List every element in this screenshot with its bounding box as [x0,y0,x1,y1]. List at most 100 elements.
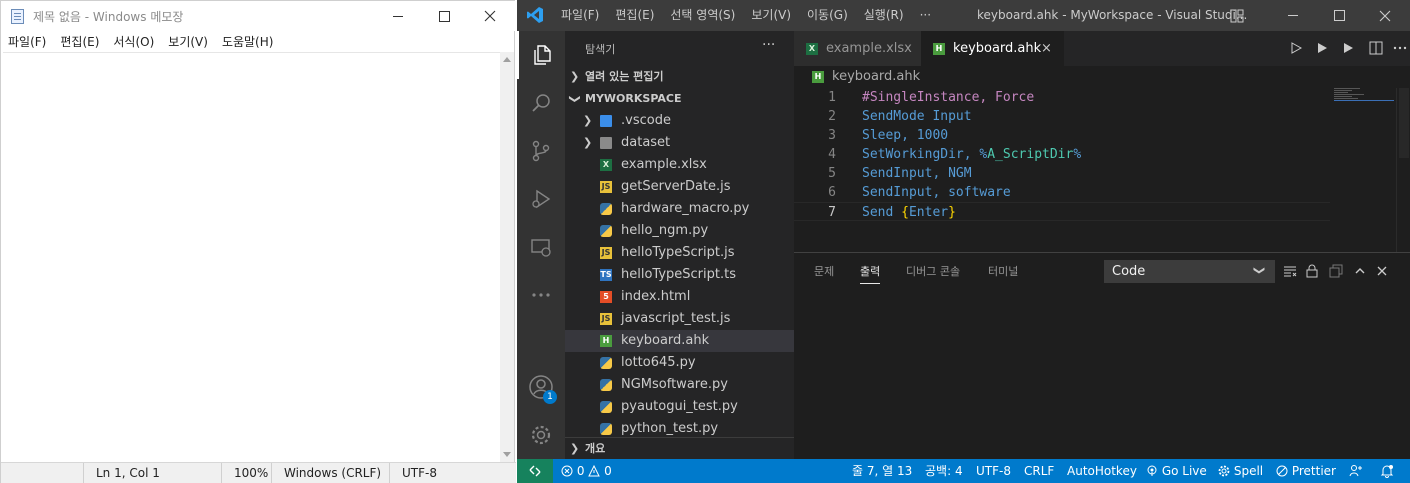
vs-menu-view[interactable]: 보기(V) [743,0,799,31]
tab-example-xlsx[interactable]: X example.xlsx [794,31,921,66]
menu-view[interactable]: 보기(V) [161,32,215,52]
tree-folder[interactable]: ❯ .vscode [565,110,794,132]
menu-edit[interactable]: 편집(E) [53,32,106,52]
vs-menu-run[interactable]: 실행(R) [856,0,912,31]
scroll-up-arrow-icon[interactable] [503,57,511,62]
explorer-more-actions[interactable]: ··· [762,37,775,53]
menu-format[interactable]: 서식(O) [106,32,161,52]
editor-more-actions[interactable] [1392,40,1408,56]
status-notifications[interactable] [1380,459,1394,483]
tree-file[interactable]: JS javascript_test.js [565,308,794,330]
activity-run-debug[interactable] [517,175,565,223]
code-line[interactable]: 6 SendInput, software [794,183,1330,202]
code-line[interactable]: 7 Send {Enter} [794,202,1330,221]
status-eol[interactable]: CRLF [1024,459,1054,483]
maximize-button[interactable] [421,1,467,31]
tree-file[interactable]: JS helloTypeScript.js [565,242,794,264]
vs-maximize-button[interactable] [1316,0,1362,31]
tree-file[interactable]: JS getServerDate.js [565,176,794,198]
status-language-mode[interactable]: AutoHotkey [1067,459,1137,483]
panel-tab-output[interactable]: 출력 [860,263,881,284]
minimize-button[interactable] [375,1,421,31]
activity-accounts[interactable]: 1 [517,363,565,411]
status-problems[interactable]: 0 0 [561,459,612,483]
lock-scroll-button[interactable] [1304,263,1320,279]
activity-more[interactable] [517,271,565,319]
run-code-button[interactable] [1288,40,1304,56]
tree-file[interactable]: 5 index.html [565,286,794,308]
panel-tab-terminal[interactable]: 터미널 [988,263,1018,283]
vscode-title-bar[interactable]: 파일(F) 편집(E) 선택 영역(S) 보기(V) 이동(G) 실행(R) ·… [517,0,1410,31]
activity-search[interactable] [517,79,565,127]
open-editors-section[interactable]: ❯ 열려 있는 편집기 [565,66,794,88]
tree-file[interactable]: TS helloTypeScript.ts [565,264,794,286]
vs-menu-more[interactable]: ··· [912,0,939,31]
code-line[interactable]: 4 SetWorkingDir, %A_ScriptDir% [794,145,1330,164]
status-cursor-position[interactable]: 줄 7, 열 13 [852,459,912,483]
breadcrumb-file[interactable]: keyboard.ahk [832,69,920,84]
vs-menu-selection[interactable]: 선택 영역(S) [662,0,743,31]
tree-file[interactable]: Xexample.xlsx [565,154,794,176]
code-text: #SingleInstance, Force [862,88,1034,107]
panel-tab-problems[interactable]: 문제 [814,263,834,283]
workspace-section[interactable]: ❯ MYWORKSPACE [565,88,794,110]
tree-file[interactable]: NGMsoftware.py [565,374,794,396]
clear-output-button[interactable] [1282,263,1298,279]
tab-keyboard-ahk[interactable]: H keyboard.ahk × [921,31,1064,66]
code-line[interactable]: 1 #SingleInstance, Force [794,88,1330,107]
code-line[interactable]: 5 SendInput, NGM [794,164,1330,183]
activity-source-control[interactable] [517,127,565,175]
run-file-button[interactable] [1340,40,1356,56]
close-panel-button[interactable] [1374,263,1390,279]
activity-remote-explorer[interactable] [517,223,565,271]
maximize-panel-button[interactable] [1352,263,1368,279]
tab-close-button[interactable]: × [1041,31,1052,66]
warning-count: 0 [604,464,612,478]
menu-help[interactable]: 도움말(H) [215,32,281,52]
file-name: getServerDate.js [621,179,731,194]
js-file-icon: JS [600,247,612,259]
status-feedback[interactable] [1349,459,1363,483]
status-go-live[interactable]: Go Live [1146,459,1207,483]
menu-file[interactable]: 파일(F) [1,32,53,52]
run-script-button[interactable] [1314,40,1330,56]
code-token: { [901,205,909,220]
status-spell[interactable]: Spell [1218,459,1263,483]
error-count: 0 [576,464,585,478]
vs-menu-go[interactable]: 이동(G) [799,0,856,31]
split-editor-button[interactable] [1368,40,1384,56]
notepad-vertical-scrollbar[interactable] [500,52,514,462]
close-button[interactable] [467,1,513,31]
code-editor[interactable]: 1 #SingleInstance, Force 2 SendMode Input 3 S… [794,88,1410,252]
status-prettier[interactable]: Prettier [1276,459,1336,483]
notepad-title-bar[interactable]: 제목 없음 - Windows 메모장 [1,1,516,31]
activity-explorer[interactable] [517,31,565,79]
status-indentation[interactable]: 공백: 4 [925,459,963,483]
bottom-panel: 문제 출력 디버그 콘솔 터미널 Code ❯ [794,252,1410,459]
file-name: lotto645.py [621,355,696,370]
status-encoding[interactable]: UTF-8 [976,459,1011,483]
open-output-editor-button[interactable] [1328,263,1344,279]
tree-file[interactable]: hardware_macro.py [565,198,794,220]
output-channel-select[interactable]: Code ❯ [1104,260,1275,283]
editor-vertical-scrollbar[interactable] [1396,88,1410,252]
tree-file[interactable]: hello_ngm.py [565,220,794,242]
tree-folder[interactable]: ❯ dataset [565,132,794,154]
scroll-down-arrow-icon[interactable] [503,452,511,457]
panel-tab-debug-console[interactable]: 디버그 콘솔 [906,263,960,283]
remote-indicator[interactable] [517,459,553,483]
vs-minimize-button[interactable] [1270,0,1316,31]
scrollbar-thumb[interactable] [1399,88,1409,158]
vs-close-button[interactable] [1362,0,1408,31]
outline-section[interactable]: ❯ 개요 [565,437,794,459]
tree-file[interactable]: lotto645.py [565,352,794,374]
notepad-text-area[interactable] [3,52,500,462]
tree-file[interactable]: pyautogui_test.py [565,396,794,418]
tree-file[interactable]: Hkeyboard.ahk [565,330,794,352]
vs-menu-file[interactable]: 파일(F) [553,0,607,31]
activity-manage[interactable] [517,411,565,459]
code-line[interactable]: 3 Sleep, 1000 [794,126,1330,145]
customize-layout-button[interactable] [1221,0,1253,31]
vs-menu-edit[interactable]: 편집(E) [607,0,662,31]
code-line[interactable]: 2 SendMode Input [794,107,1330,126]
